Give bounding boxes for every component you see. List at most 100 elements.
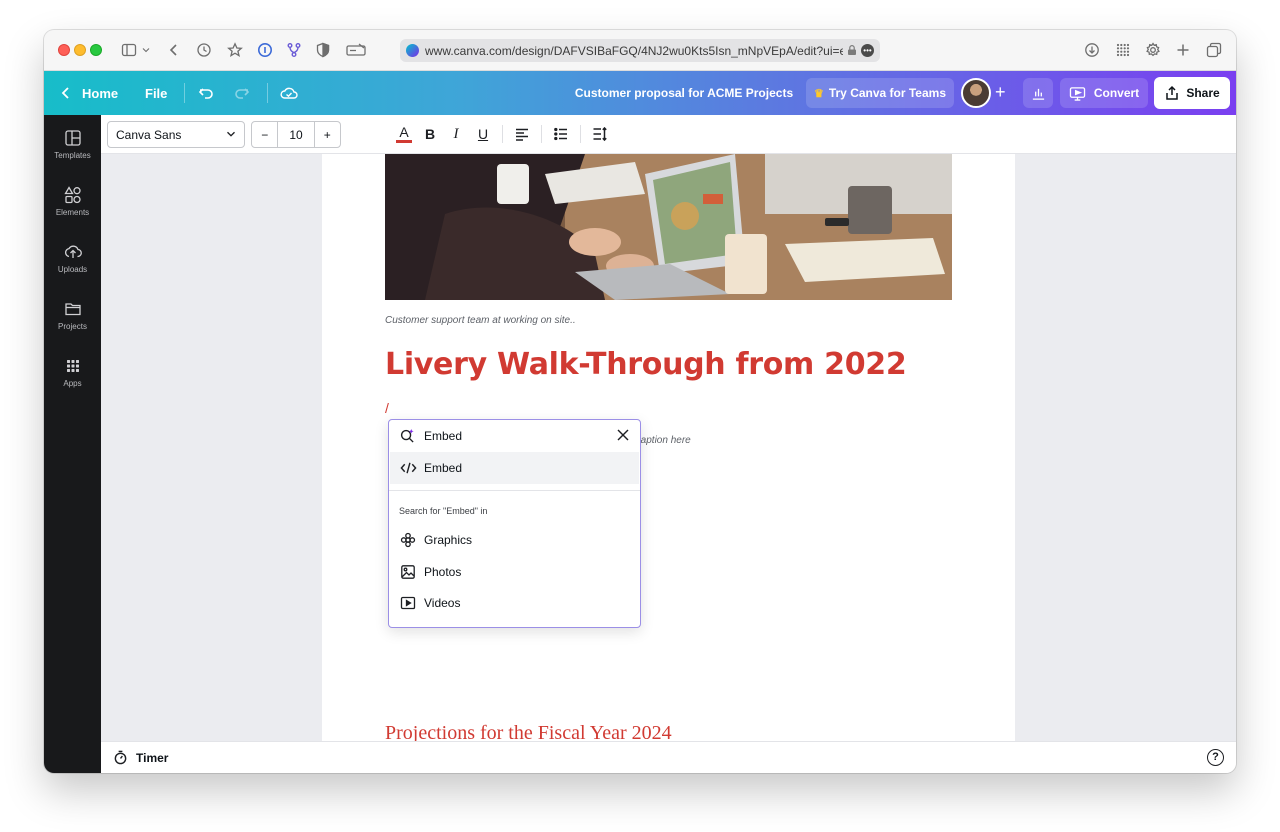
file-menu-button[interactable]: File <box>145 71 167 115</box>
try-teams-button[interactable]: ♛ Try Canva for Teams <box>806 78 954 108</box>
cloud-save-status[interactable] <box>280 71 298 115</box>
popover-search-input[interactable]: Embed <box>424 429 462 443</box>
sidebar-item-uploads[interactable]: Uploads <box>44 237 101 287</box>
redo-button[interactable] <box>234 71 250 115</box>
italic-button[interactable]: I <box>445 123 467 145</box>
search-videos-label: Videos <box>424 596 461 610</box>
sidebar-item-templates[interactable]: Templates <box>44 123 101 173</box>
help-icon[interactable]: ? <box>1207 749 1224 766</box>
bar-chart-icon <box>1032 88 1044 100</box>
text-color-button[interactable]: A <box>393 123 415 145</box>
timer-button[interactable]: Timer <box>113 750 168 765</box>
sidebar-item-apps[interactable]: Apps <box>44 351 101 401</box>
share-tree-icon[interactable] <box>284 40 304 60</box>
tabs-icon[interactable] <box>1204 40 1224 60</box>
minimize-window-button[interactable] <box>74 44 86 56</box>
underline-button[interactable]: U <box>472 123 494 145</box>
share-button[interactable]: Share <box>1154 77 1230 109</box>
shield-icon[interactable] <box>313 40 333 60</box>
section-subheading[interactable]: Projections for the Fiscal Year 2024 <box>385 722 672 741</box>
apps-icon <box>66 360 79 372</box>
crown-icon: ♛ <box>813 87 824 100</box>
search-photos-item[interactable]: Photos <box>390 558 639 586</box>
folder-icon <box>64 303 81 316</box>
font-family-value: Canva Sans <box>116 127 182 142</box>
editor-header: Home File Customer proposal for ACME Pro… <box>44 71 1236 115</box>
popover-search[interactable]: Embed <box>389 420 640 452</box>
font-family-select[interactable]: Canva Sans <box>107 121 245 148</box>
address-bar[interactable]: www.canva.com/design/DAFVSIBaFGQ/4NJ2wu0… <box>400 39 880 62</box>
format-toolbar: Canva Sans − 10 + A B I U <box>101 115 1236 154</box>
new-tab-icon[interactable] <box>1173 40 1193 60</box>
chevron-down-icon[interactable] <box>140 40 152 60</box>
share-icon <box>1166 85 1179 100</box>
embed-result-label: Embed <box>424 461 463 475</box>
reader-icon[interactable] <box>344 40 368 60</box>
try-teams-label: Try Canva for Teams <box>828 86 947 100</box>
align-left-icon <box>516 128 528 141</box>
increase-font-size-button[interactable]: + <box>315 122 340 147</box>
home-button[interactable]: Home <box>58 71 118 115</box>
add-collaborator-icon[interactable]: + <box>995 82 1006 103</box>
meeting-photo-illustration <box>385 154 952 300</box>
bullet-list-button[interactable] <box>550 123 572 145</box>
back-icon[interactable] <box>164 40 184 60</box>
password-icon[interactable] <box>255 40 275 60</box>
sidebar-item-label: Elements <box>55 208 90 217</box>
text-color-swatch <box>396 140 412 143</box>
align-left-button[interactable] <box>511 123 533 145</box>
font-size-input[interactable]: 10 <box>277 122 315 147</box>
photos-icon <box>401 565 415 579</box>
search-graphics-item[interactable]: Graphics <box>390 526 639 554</box>
text-cursor[interactable]: / <box>385 400 389 416</box>
bookmark-star-icon[interactable] <box>225 40 245 60</box>
undo-button[interactable] <box>198 71 214 115</box>
download-icon[interactable] <box>1082 40 1102 60</box>
text-color-glyph: A <box>399 124 409 140</box>
search-graphics-label: Graphics <box>424 533 473 547</box>
convert-label: Convert <box>1093 86 1140 100</box>
bullet-list-icon <box>554 127 567 141</box>
browser-window: www.canva.com/design/DAFVSIBaFGQ/4NJ2wu0… <box>44 30 1236 773</box>
close-window-button[interactable] <box>58 44 70 56</box>
editor-footer: Timer ? <box>101 741 1236 773</box>
search-photos-label: Photos <box>424 565 462 579</box>
sidebar-item-label: Templates <box>54 151 91 160</box>
bold-button[interactable]: B <box>419 123 441 145</box>
sidebar-item-label: Projects <box>58 322 87 331</box>
document-title[interactable]: Customer proposal for ACME Projects <box>564 71 804 115</box>
grid-icon[interactable] <box>1113 40 1133 60</box>
history-icon[interactable] <box>194 40 214 60</box>
settings-icon[interactable] <box>1143 40 1163 60</box>
sidebar-item-label: Uploads <box>57 265 88 274</box>
search-videos-item[interactable]: Videos <box>390 589 639 617</box>
convert-button[interactable]: Convert <box>1060 78 1148 108</box>
team-photo-image[interactable] <box>385 154 952 300</box>
toolbar-divider <box>580 125 581 143</box>
header-divider <box>267 83 268 103</box>
sidebar-icon[interactable] <box>119 40 139 60</box>
popover-divider <box>389 490 640 491</box>
line-spacing-icon <box>593 126 607 142</box>
redo-icon <box>235 88 250 99</box>
photo-caption[interactable]: Customer support team at working on site… <box>385 315 576 326</box>
embed-result-item[interactable]: Embed <box>390 452 639 484</box>
avatar[interactable] <box>961 78 991 108</box>
close-icon[interactable] <box>616 428 630 442</box>
sidebar-item-projects[interactable]: Projects <box>44 294 101 344</box>
magic-search-icon <box>400 428 414 443</box>
page-menu-icon[interactable]: ••• <box>861 44 874 57</box>
lock-icon <box>848 45 856 55</box>
elements-icon <box>63 186 81 204</box>
font-size-stepper: − 10 + <box>251 121 341 148</box>
sidebar-item-elements[interactable]: Elements <box>44 180 101 230</box>
section-heading[interactable]: Livery Walk-Through from 2022 <box>385 347 907 382</box>
undo-icon <box>198 88 213 99</box>
insights-button[interactable] <box>1023 78 1053 108</box>
cloud-check-icon <box>280 87 298 99</box>
home-label: Home <box>82 85 119 101</box>
zoom-window-button[interactable] <box>90 44 102 56</box>
toolbar-divider <box>541 125 542 143</box>
spacing-button[interactable] <box>589 123 611 145</box>
decrease-font-size-button[interactable]: − <box>252 122 277 147</box>
